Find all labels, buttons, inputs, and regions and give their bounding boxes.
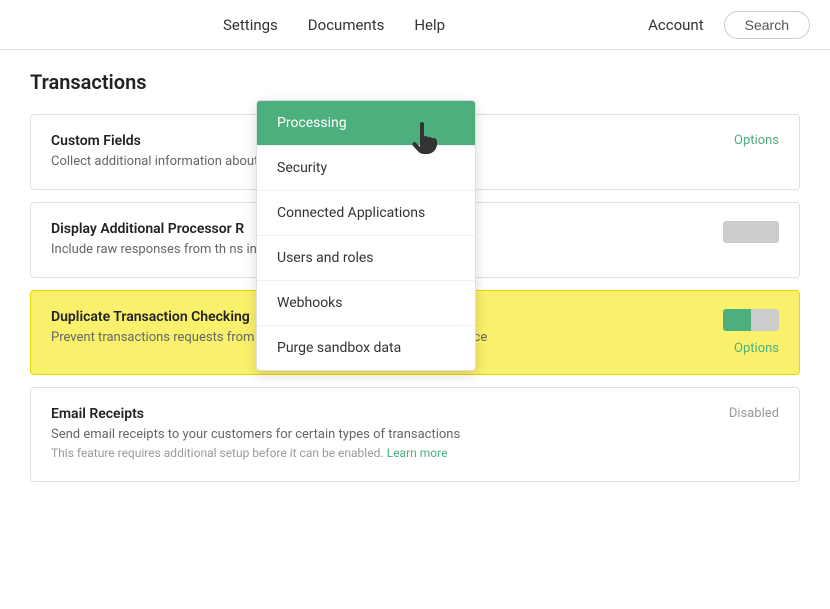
email-receipts-status: Disabled: [729, 406, 779, 421]
email-receipts-title: Email Receipts: [51, 406, 679, 422]
dropdown-item-connected-applications[interactable]: Connected Applications: [257, 191, 475, 236]
duplicate-transaction-actions: Options: [699, 309, 779, 356]
settings-dropdown: Processing Security Connected Applicatio…: [256, 100, 476, 371]
email-receipts-desc: Send email receipts to your customers fo…: [51, 426, 679, 462]
dropdown-item-purge-sandbox-data[interactable]: Purge sandbox data: [257, 326, 475, 370]
dropdown-item-webhooks[interactable]: Webhooks: [257, 281, 475, 326]
toggle-right-off: [751, 309, 779, 331]
dropdown-item-users-and-roles[interactable]: Users and roles: [257, 236, 475, 281]
page-title: Transactions: [30, 70, 800, 94]
duplicate-transaction-toggle[interactable]: [723, 309, 779, 331]
display-additional-toggle[interactable]: [723, 221, 779, 243]
custom-fields-actions: Options: [699, 133, 779, 148]
duplicate-transaction-options[interactable]: Options: [734, 341, 779, 356]
search-button[interactable]: Search: [724, 11, 810, 39]
nav-links: Settings Documents Help: [223, 16, 445, 34]
email-receipts-learn-more[interactable]: Learn more: [387, 446, 448, 460]
nav-account[interactable]: Account: [648, 16, 704, 34]
dropdown-menu: Processing Security Connected Applicatio…: [256, 100, 476, 371]
email-receipts-actions: Disabled: [699, 406, 779, 421]
email-receipts-section: Email Receipts Send email receipts to yo…: [30, 387, 800, 481]
email-receipts-note: This feature requires additional setup b…: [51, 446, 384, 460]
main-content: Transactions Custom Fields Collect addit…: [0, 50, 830, 514]
top-navigation: Settings Documents Help Account Search: [0, 0, 830, 50]
display-additional-actions: [699, 221, 779, 243]
dropdown-item-security[interactable]: Security: [257, 146, 475, 191]
dropdown-item-processing[interactable]: Processing: [257, 101, 475, 146]
nav-settings[interactable]: Settings: [223, 16, 278, 34]
toggle-left: [723, 221, 751, 243]
nav-documents[interactable]: Documents: [308, 16, 385, 34]
toggle-left-on: [723, 309, 751, 331]
custom-fields-options[interactable]: Options: [734, 133, 779, 148]
nav-help[interactable]: Help: [414, 16, 445, 34]
email-receipts-content: Email Receipts Send email receipts to yo…: [51, 406, 699, 462]
email-receipts-row: Email Receipts Send email receipts to yo…: [31, 388, 799, 480]
toggle-right: [751, 221, 779, 243]
